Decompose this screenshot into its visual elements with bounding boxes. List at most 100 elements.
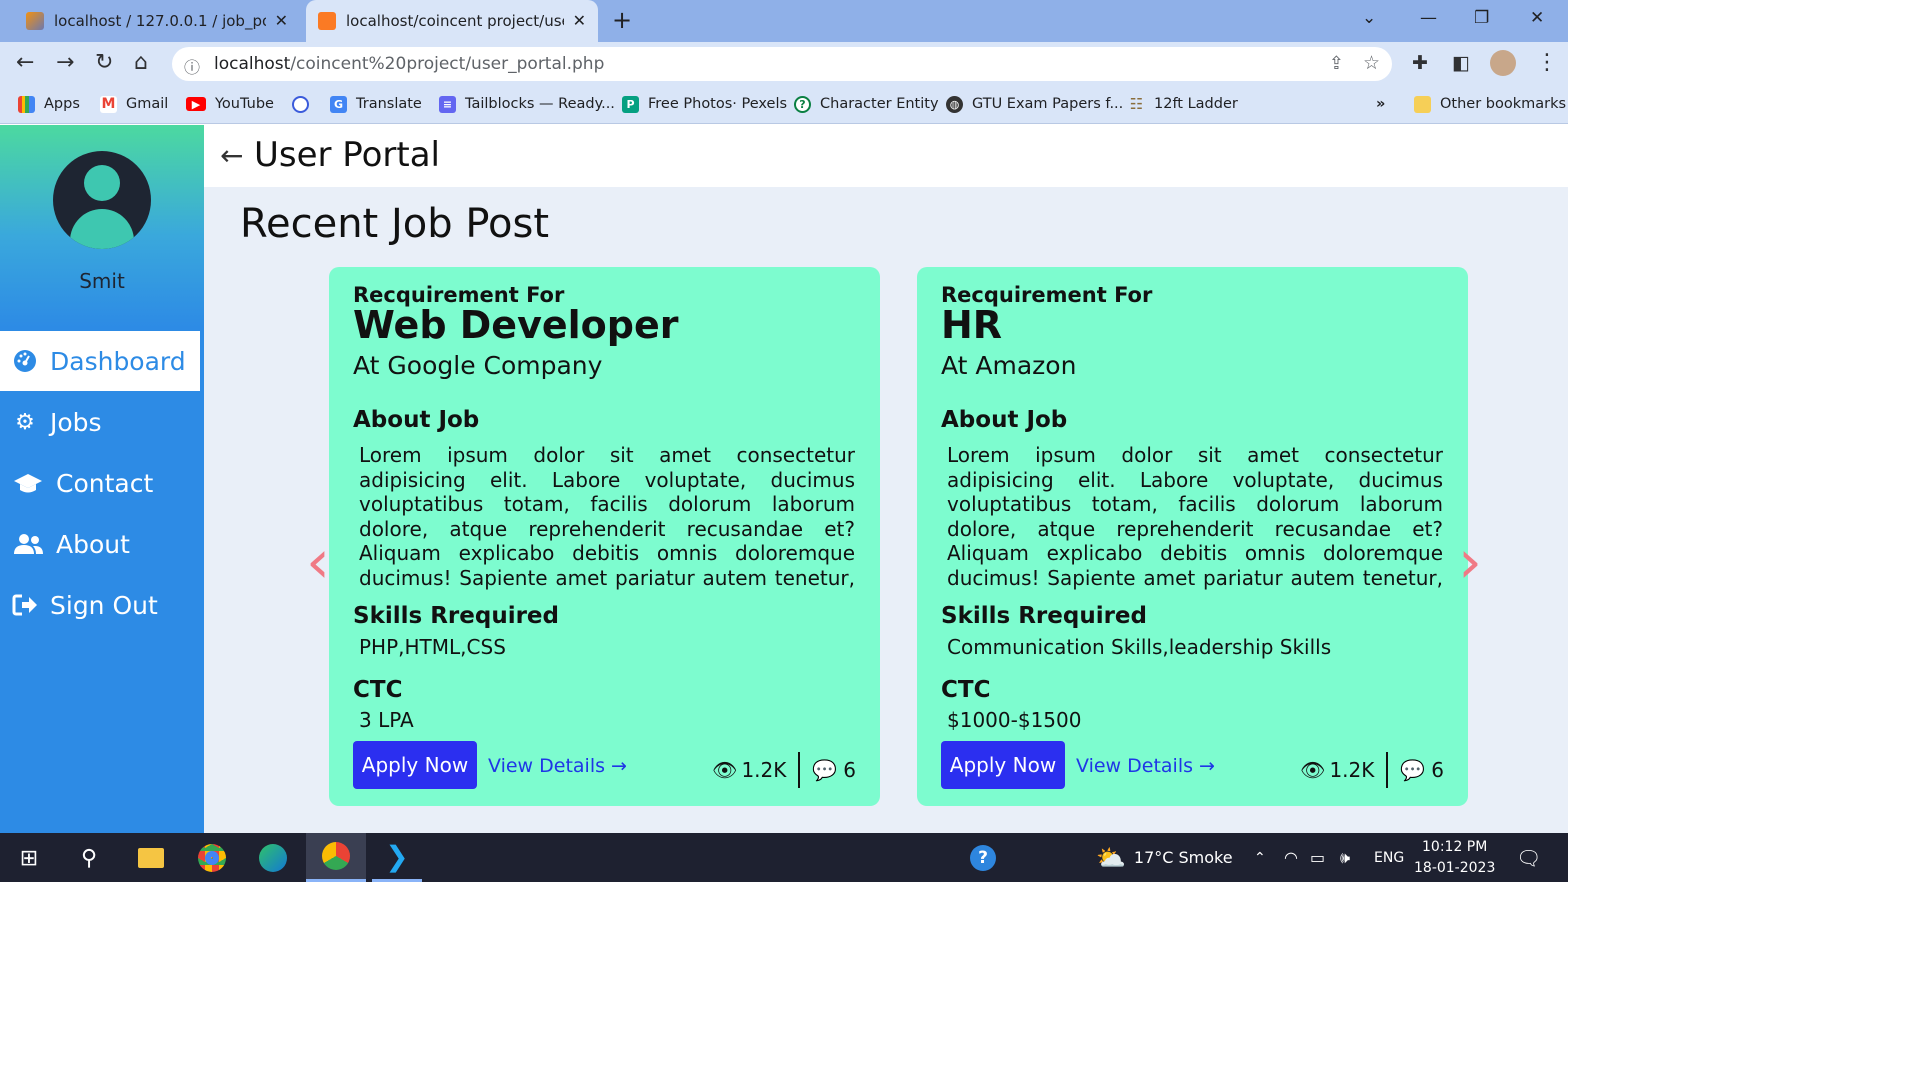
close-tab-icon[interactable]: ✕ — [275, 11, 288, 30]
bookmark-tailblocks[interactable]: ≡ Tailblocks — Ready... — [439, 86, 615, 122]
bookmark-character-entity[interactable]: ? Character Entity — [794, 86, 939, 122]
profile-panel: Smit — [0, 125, 204, 327]
arrow-right-icon: → — [611, 755, 627, 777]
bookmark-label: Gmail — [126, 96, 169, 112]
tab-search-icon[interactable]: ⌄ — [1362, 8, 1376, 28]
section-heading: Recent Job Post — [240, 201, 550, 247]
chrome-profile-icon[interactable] — [306, 833, 366, 882]
job-role: Web Developer — [353, 303, 679, 347]
stats-divider — [798, 752, 801, 788]
views-count: 1.2K — [741, 758, 787, 782]
bookmark-unnamed[interactable] — [292, 86, 318, 122]
main-content: Recent Job Post ‹ Recquirement For Web D… — [204, 187, 1568, 833]
view-details-label: View Details — [488, 755, 605, 777]
windows-start-icon[interactable]: ⊞ — [14, 843, 44, 873]
reload-icon[interactable]: ↻ — [95, 50, 113, 75]
edge-icon[interactable] — [258, 843, 288, 873]
users-icon — [12, 531, 44, 557]
bookmark-label: 12ft Ladder — [1154, 96, 1238, 112]
xampp-icon — [318, 12, 336, 30]
restore-icon[interactable]: ❐ — [1474, 8, 1489, 28]
search-icon[interactable]: ⚲ — [74, 843, 104, 873]
browser-toolbar: ← → ↻ ⌂ ⓘ localhost/coincent%20project/u… — [0, 42, 1568, 86]
company-name: At Amazon — [941, 351, 1077, 380]
bookmark-gmail[interactable]: M Gmail — [100, 86, 168, 122]
carousel-prev-icon[interactable]: ‹ — [306, 527, 330, 597]
bookmark-pexels[interactable]: P Free Photos· Pexels — [622, 86, 787, 122]
skills-text: PHP,HTML,CSS — [359, 635, 506, 659]
file-explorer-icon[interactable] — [136, 843, 166, 873]
browser-tab-user-portal[interactable]: localhost/coincent project/user_p ✕ — [306, 0, 598, 42]
more-bookmarks-button[interactable]: » — [1376, 86, 1385, 122]
apply-now-button[interactable]: Apply Now — [353, 741, 477, 789]
side-panel-icon[interactable]: ◧ — [1452, 52, 1470, 74]
bookmark-youtube[interactable]: ▶ YouTube — [186, 86, 274, 122]
back-icon[interactable]: ← — [16, 50, 34, 75]
weather-widget[interactable]: ⛅ 17°C Smoke — [1096, 833, 1233, 882]
volume-icon[interactable]: 🕪 — [1340, 833, 1350, 882]
view-details-link[interactable]: View Details → — [488, 755, 627, 777]
bookmark-label: Translate — [356, 96, 422, 112]
site-info-icon[interactable]: ⓘ — [184, 54, 200, 78]
sidebar-item-sign-out[interactable]: Sign Out — [0, 575, 204, 635]
wifi-icon[interactable]: ◠ — [1284, 833, 1298, 882]
new-tab-icon[interactable]: + — [612, 6, 632, 34]
sign-out-icon — [12, 592, 38, 618]
sidebar-item-label: Dashboard — [50, 346, 186, 376]
dashboard-icon — [12, 348, 38, 374]
apply-now-button[interactable]: Apply Now — [941, 741, 1065, 789]
bookmark-12ft-ladder[interactable]: ☷ 12ft Ladder — [1128, 86, 1238, 122]
help-icon[interactable]: ? — [968, 843, 998, 873]
view-details-link[interactable]: View Details → — [1076, 755, 1215, 777]
sidebar-item-contact[interactable]: Contact — [0, 453, 204, 513]
ctc-heading: CTC — [353, 677, 403, 703]
carousel-next-icon[interactable]: › — [1458, 527, 1482, 597]
language-indicator[interactable]: ENG — [1374, 833, 1404, 882]
home-icon[interactable]: ⌂ — [134, 50, 148, 75]
back-arrow-icon[interactable]: ← — [220, 139, 243, 172]
battery-icon[interactable]: ▭ — [1310, 833, 1325, 882]
browser-tab-phpmyadmin[interactable]: localhost / 127.0.0.1 / job_portal ✕ — [16, 0, 300, 42]
bookmark-star-icon[interactable]: ☆ — [1363, 52, 1380, 74]
sidebar-item-dashboard[interactable]: Dashboard — [0, 331, 200, 391]
sidebar-item-label: Contact — [56, 468, 154, 498]
comments-count: 6 — [1431, 758, 1444, 782]
minimize-icon[interactable]: — — [1420, 8, 1437, 28]
eye-icon: 👁 — [1300, 758, 1326, 782]
more-bookmarks-label: » — [1376, 96, 1386, 112]
job-card: Recquirement For HR At Amazon About Job … — [917, 267, 1468, 806]
youtube-icon: ▶ — [186, 97, 206, 111]
skills-heading: Skills Rrequired — [353, 603, 559, 629]
bookmark-gtu[interactable]: ◍ GTU Exam Papers f... — [946, 86, 1123, 122]
sidebar-item-label: Sign Out — [50, 590, 158, 620]
share-icon[interactable]: ⇪ — [1329, 53, 1344, 74]
show-hidden-icons-icon[interactable]: ⌃ — [1254, 833, 1266, 882]
close-window-icon[interactable]: ✕ — [1530, 8, 1544, 28]
other-bookmarks-folder[interactable]: Other bookmarks — [1414, 86, 1566, 122]
notifications-icon[interactable]: 🗨 — [1516, 833, 1541, 882]
card-stats: 👁 1.2K 💬 6 — [1300, 752, 1444, 788]
profile-avatar[interactable] — [1490, 50, 1516, 76]
translate-icon: G — [330, 95, 347, 113]
eye-icon: 👁 — [712, 758, 738, 782]
ctc-heading: CTC — [941, 677, 991, 703]
clock[interactable]: 10:12 PM 18-01-2023 — [1414, 833, 1495, 882]
bookmark-apps[interactable]: Apps — [18, 86, 80, 122]
menu-icon[interactable]: ⋮ — [1536, 50, 1558, 75]
forward-icon[interactable]: → — [56, 50, 74, 75]
sidebar-item-about[interactable]: About — [0, 514, 204, 574]
views-count: 1.2K — [1329, 758, 1375, 782]
chrome-icon[interactable] — [197, 843, 227, 873]
gear-icon: ⚙ — [15, 409, 35, 435]
vscode-icon[interactable]: ❯ — [372, 833, 422, 882]
about-job-heading: About Job — [941, 407, 1068, 433]
address-bar[interactable]: ⓘ localhost/coincent%20project/user_port… — [172, 47, 1392, 81]
weather-cloud-icon: ⛅ — [1096, 843, 1126, 872]
browser-tab-strip: localhost / 127.0.0.1 / job_portal ✕ loc… — [0, 0, 1568, 42]
view-details-label: View Details — [1076, 755, 1193, 777]
close-tab-icon[interactable]: ✕ — [573, 11, 586, 30]
sidebar-item-jobs[interactable]: ⚙ Jobs — [0, 392, 204, 452]
bookmark-translate[interactable]: G Translate — [330, 86, 422, 122]
bookmark-label: Tailblocks — Ready... — [465, 96, 615, 112]
extensions-icon[interactable]: ✚ — [1412, 52, 1428, 74]
